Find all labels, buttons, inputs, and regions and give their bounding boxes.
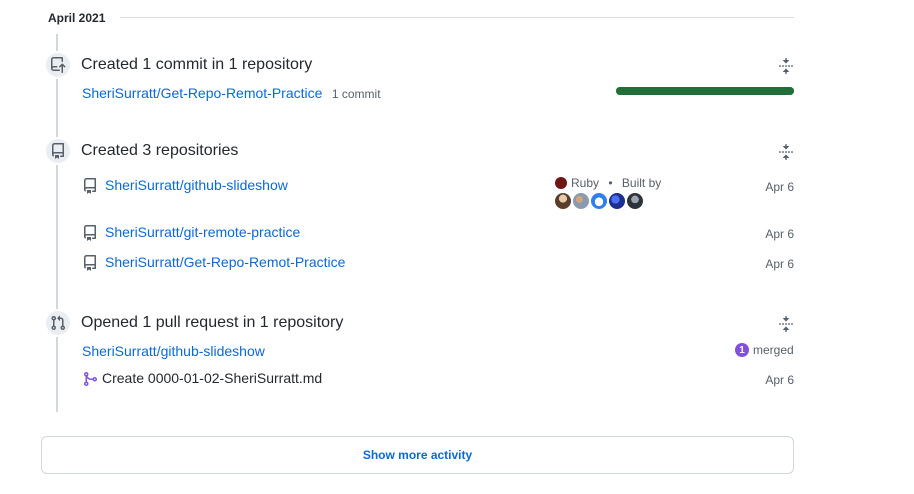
repositories-badge	[44, 137, 72, 165]
contributors-avatars	[555, 193, 643, 209]
repo-icon	[52, 143, 64, 159]
language-color-dot	[555, 177, 567, 189]
pull-request-badge	[44, 309, 72, 337]
show-more-activity-button[interactable]: Show more activity	[41, 436, 794, 474]
repo-icon	[84, 255, 96, 271]
repo-date: Apr 6	[765, 227, 794, 241]
commit-count: 1 commit	[331, 87, 381, 101]
repo-link[interactable]: SheriSurratt/github-slideshow	[105, 176, 288, 194]
commit-badge	[44, 51, 72, 79]
repo-meta: Ruby • Built by	[555, 176, 661, 190]
merged-label: merged	[753, 343, 794, 357]
repo-link[interactable]: SheriSurratt/Get-Repo-Remot-Practice	[105, 253, 345, 271]
commit-repo-link[interactable]: SheriSurratt/Get-Repo-Remot-Practice	[82, 85, 322, 101]
avatar[interactable]	[591, 193, 607, 209]
avatar[interactable]	[627, 193, 643, 209]
avatar[interactable]	[555, 193, 571, 209]
meta-separator: •	[608, 176, 613, 190]
commit-progress-bar	[616, 87, 794, 95]
commit-repo-row: SheriSurratt/Get-Repo-Remot-Practice 1 c…	[82, 84, 381, 103]
month-divider	[120, 17, 794, 18]
fold-icon[interactable]	[778, 58, 794, 74]
repo-icon	[84, 178, 96, 194]
repositories-title: Created 3 repositories	[81, 142, 239, 159]
avatar[interactable]	[573, 193, 589, 209]
month-header: April 2021	[48, 10, 794, 26]
pull-request-title-link[interactable]: Create 0000-01-02-SheriSurratt.md	[102, 369, 322, 387]
avatar[interactable]	[609, 193, 625, 209]
merged-status: 1 merged	[735, 343, 794, 357]
commits-title: Created 1 commit in 1 repository	[81, 56, 313, 73]
commit-progress-fill	[616, 87, 794, 95]
timeline-line	[56, 34, 58, 412]
repo-link[interactable]: SheriSurratt/git-remote-practice	[105, 223, 300, 241]
fold-icon[interactable]	[778, 144, 794, 160]
repo-date: Apr 6	[765, 180, 794, 194]
month-label: April 2021	[48, 10, 118, 26]
built-by-label: Built by	[621, 176, 662, 190]
pull-requests-title: Opened 1 pull request in 1 repository	[81, 314, 344, 331]
git-merge-icon	[84, 372, 98, 386]
fold-icon[interactable]	[778, 316, 794, 332]
repo-date: Apr 6	[765, 257, 794, 271]
git-pull-request-icon	[51, 315, 66, 331]
language-label: Ruby	[571, 176, 600, 190]
merged-count-badge: 1	[735, 343, 749, 357]
pull-request-repo-link[interactable]: SheriSurratt/github-slideshow	[82, 342, 265, 360]
repo-push-icon	[51, 57, 66, 73]
repo-icon	[84, 225, 96, 241]
pull-request-date: Apr 6	[765, 373, 794, 387]
